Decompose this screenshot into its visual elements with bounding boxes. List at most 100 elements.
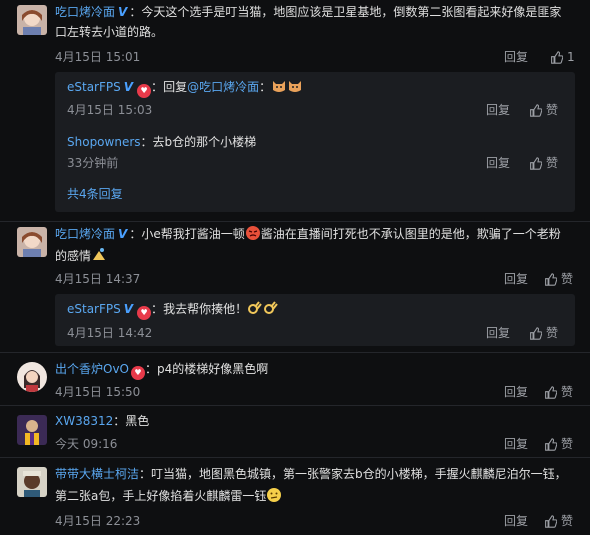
comment-text-line2: 第二张a包，手上好像掐着火麒麟雷一钰 (55, 486, 282, 506)
like-button[interactable]: 赞 (529, 324, 558, 342)
avatar[interactable] (17, 5, 47, 35)
like-button[interactable]: 赞 (544, 512, 573, 530)
colon: ： (129, 227, 142, 241)
colon: ： (113, 414, 126, 428)
thumb-up-icon (530, 103, 542, 117)
like-label: 赞 (561, 514, 574, 528)
colon: ： (129, 5, 142, 19)
thumb-up-icon (545, 437, 557, 451)
colon: ： (139, 467, 152, 481)
thumb-up-icon (545, 385, 557, 399)
author-name[interactable]: 吃口烤冷面 (55, 227, 115, 241)
like-button[interactable]: 赞 (529, 101, 558, 119)
avatar[interactable] (17, 467, 47, 497)
fan-badge-icon: ♥ (137, 84, 152, 98)
author-name[interactable]: XW38312 (55, 414, 113, 428)
ok-hand-emoji-icon (264, 301, 278, 314)
more-replies-link[interactable]: 共4条回复 (67, 184, 123, 204)
replies-panel: eStarFPS V ♥ ：我去帮你揍他！ 4月15日 14:42 回复 赞 (55, 294, 575, 346)
reply-button[interactable]: 回复 (486, 324, 510, 342)
avatar[interactable] (17, 362, 47, 392)
comment-text-cont: 酱油在直播间打死也不承认图里的是他，欺骗了一个老粉 (260, 227, 561, 241)
thumb-up-icon (551, 50, 563, 64)
comment-time: 4月15日 22:23 (55, 514, 141, 528)
like-button[interactable]: 赞 (544, 383, 573, 401)
thumb-up-icon (530, 326, 542, 340)
confused-face-emoji-icon (267, 488, 282, 502)
like-label: 赞 (561, 272, 574, 286)
ok-hand-emoji-icon (248, 301, 262, 314)
colon: ： (140, 135, 153, 149)
fan-badge-icon: ♥ (131, 366, 145, 380)
reply-button[interactable]: 回复 (504, 270, 528, 288)
verified-icon: V (123, 302, 134, 316)
reply-time: 4月15日 15:03 (67, 103, 153, 117)
comment-header: 吃口烤冷面 V ：小e帮我打酱油一顿 酱油在直播间打死也不承认图里的是他，欺骗了一个老… (55, 224, 561, 244)
author-name[interactable]: 带带大横士柯洁 (55, 467, 139, 481)
comment-5: 带带大横士柯洁：叮当猫，地图黑色城镇，第一张警家去b仓的小楼梯，手握火麒麟尼泊尔… (0, 458, 590, 535)
reply-header: eStarFPS V ♥ ：我去帮你揍他！ (67, 299, 279, 320)
reply-button[interactable]: 回复 (504, 48, 528, 66)
like-button[interactable]: 赞 (529, 154, 558, 172)
like-label: 赞 (561, 437, 574, 451)
comment-4: XW38312：黑色 今天 09:16 回复 赞 (0, 406, 590, 456)
reply-author[interactable]: eStarFPS (67, 80, 121, 94)
reply-button[interactable]: 回复 (504, 435, 528, 453)
reply-button[interactable]: 回复 (486, 101, 510, 119)
comment-2: 吃口烤冷面 V ：小e帮我打酱油一顿 酱油在直播间打死也不承认图里的是他，欺骗了一个老… (0, 222, 590, 352)
avatar[interactable] (17, 415, 47, 445)
like-label: 赞 (561, 385, 574, 399)
reply-header: eStarFPS V ♥ ：回复@吃口烤冷面： (67, 77, 303, 98)
verified-icon: V (118, 227, 128, 241)
reply-author[interactable]: eStarFPS (67, 302, 121, 316)
reply-button[interactable]: 回复 (486, 154, 510, 172)
reply-text: 去b仓的那个小楼梯 (152, 135, 257, 149)
reply-time: 33分钟前 (67, 156, 119, 170)
sweat-emoji-icon (93, 248, 106, 260)
reply-text: 我去帮你揍他！ (163, 302, 248, 316)
reply-button[interactable]: 回复 (504, 512, 528, 530)
comment-text: 今天这个选手是叮当猫，地图应该是卫星基地，倒数第二张图看起来好像是匪家 (141, 5, 562, 19)
comment-time: 4月15日 14:37 (55, 272, 141, 286)
replies-panel: eStarFPS V ♥ ：回复@吃口烤冷面： 4月15日 15:03 回复 赞 Sh… (55, 72, 575, 212)
mention-link[interactable]: @吃口烤冷面 (187, 80, 259, 94)
comment-header: 带带大横士柯洁：叮当猫，地图黑色城镇，第一张警家去b仓的小楼梯，手握火麒麟尼泊尔… (55, 464, 567, 484)
thumb-up-icon (545, 514, 557, 528)
comment-3: 出个香炉OvO ♥ ：p4的楼梯好像黑色啊 4月15日 15:50 回复 赞 (0, 353, 590, 403)
comment-text-line2: 的感情 (55, 246, 107, 266)
comment-header: 吃口烤冷面 V ：今天这个选手是叮当猫，地图应该是卫星基地，倒数第二张图看起来好像是… (55, 2, 561, 22)
comment-time: 4月15日 15:01 (55, 50, 141, 64)
comment-time: 4月15日 15:50 (55, 385, 141, 399)
verified-icon: V (123, 80, 134, 94)
author-name[interactable]: 出个香炉OvO (55, 362, 129, 376)
cat-emoji-icon (273, 81, 286, 92)
colon: ： (145, 362, 158, 376)
comment-text-cont: 第二张a包，手上好像掐着火麒麟雷一钰 (55, 489, 267, 503)
comment-text: 小e帮我打酱油一顿 (141, 227, 245, 241)
comment-time: 今天 09:16 (55, 437, 118, 451)
author-name[interactable]: 吃口烤冷面 (55, 5, 115, 19)
like-button[interactable]: 1 (550, 48, 575, 66)
reply-header: Shopowners：去b仓的那个小楼梯 (67, 132, 256, 152)
comment-text: 黑色 (125, 414, 150, 428)
reply-author[interactable]: Shopowners (67, 135, 141, 149)
comment-text-cont: 口左转去小道的路。 (55, 25, 164, 39)
comment-header: XW38312：黑色 (55, 411, 149, 431)
colon: ： (151, 302, 164, 316)
cat-emoji-icon (289, 81, 302, 92)
colon: ： (151, 80, 164, 94)
like-label: 赞 (546, 156, 559, 170)
like-label: 赞 (546, 326, 559, 340)
reply-label: 回复 (163, 80, 188, 94)
like-button[interactable]: 赞 (544, 435, 573, 453)
like-button[interactable]: 赞 (544, 270, 573, 288)
reply-button[interactable]: 回复 (504, 383, 528, 401)
like-label: 赞 (546, 103, 559, 117)
comment-text: 叮当猫，地图黑色城镇，第一张警家去b仓的小楼梯，手握火麒麟尼泊尔一钰， (151, 467, 567, 481)
thumb-up-icon (545, 272, 557, 286)
verified-icon: V (118, 5, 128, 19)
fan-badge-icon: ♥ (137, 306, 152, 320)
avatar[interactable] (17, 227, 47, 257)
angry-face-emoji-icon (245, 226, 260, 240)
comment-text: p4的楼梯好像黑色啊 (157, 362, 269, 376)
